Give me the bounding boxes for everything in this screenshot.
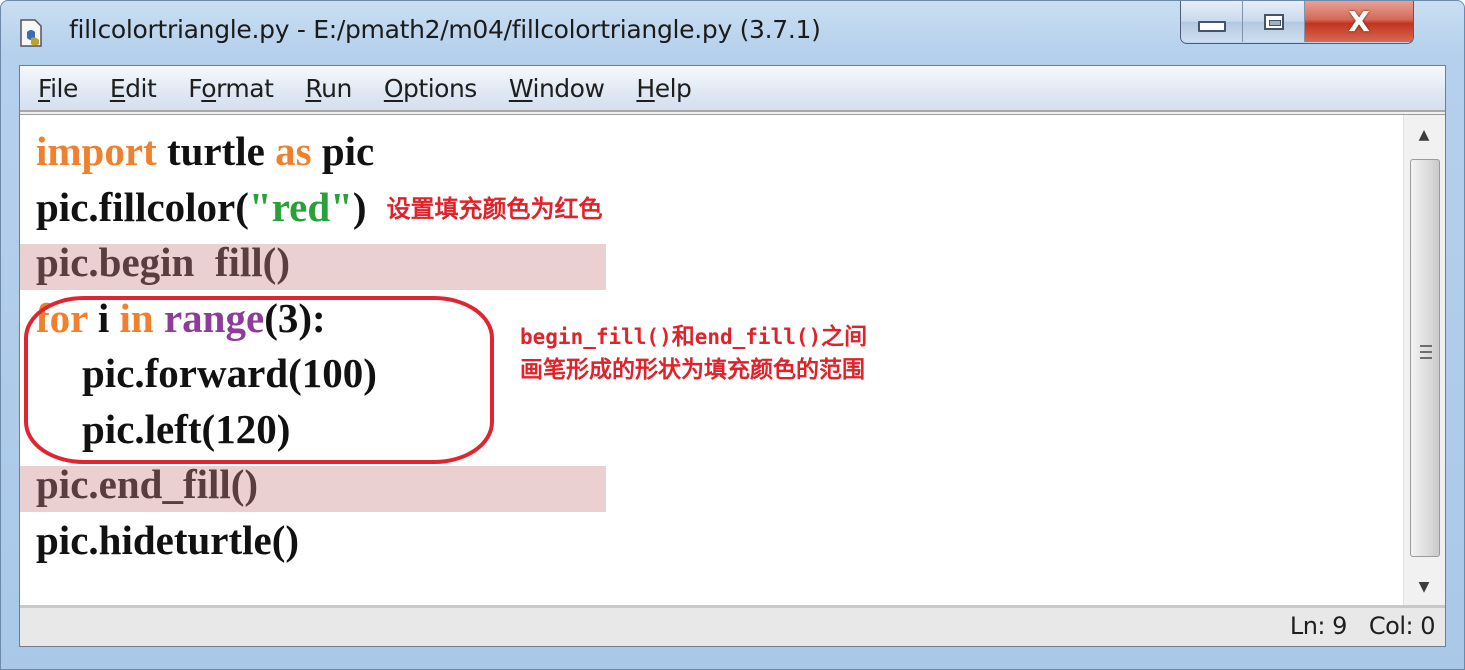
menu-edit-label: dit: [125, 73, 157, 103]
scroll-down-button[interactable]: ▼: [1404, 567, 1444, 607]
menu-edit-mnemonic: E: [109, 73, 126, 103]
close-button[interactable]: X: [1305, 1, 1413, 42]
menu-options[interactable]: Options: [384, 74, 477, 103]
menu-options-label: ptions: [403, 73, 477, 103]
inline-annotation: 设置填充颜色为红色: [386, 194, 603, 223]
grip-icon: [1420, 345, 1432, 359]
title-bar[interactable]: fillcolortriangle.py - E:/pmath2/m04/fil…: [1, 1, 1464, 61]
code-text: pic.fillcolor(: [36, 183, 249, 230]
menu-format-prefix: F: [188, 73, 202, 103]
code-text: pic.forward(100): [82, 350, 377, 396]
menu-file-mnemonic: F: [38, 73, 51, 103]
line-number: Ln: 9: [1289, 612, 1348, 640]
menu-help[interactable]: Help: [636, 73, 692, 103]
menu-options-mnemonic: O: [383, 73, 404, 103]
code-text: pic.left(120): [82, 405, 291, 452]
annotation-text: 和: [671, 324, 695, 350]
code-text: turtle: [156, 128, 276, 174]
window-title: fillcolortriangle.py - E:/pmath2/m04/fil…: [69, 15, 821, 44]
code-text: pic: [311, 128, 375, 174]
status-bar: Ln: 9 Col: 0: [20, 605, 1445, 646]
menu-help-mnemonic: H: [636, 73, 655, 103]
vertical-scrollbar[interactable]: ▲ ▼: [1403, 115, 1445, 607]
code-text: ): [352, 183, 367, 230]
keyword: for: [36, 294, 88, 341]
keyword: as: [275, 128, 312, 174]
string-literal: "red": [248, 183, 353, 230]
menu-run-label: un: [321, 73, 352, 103]
menu-window-mnemonic: W: [508, 73, 533, 103]
maximize-icon: [1263, 13, 1284, 30]
menu-format-mnemonic: o: [201, 73, 217, 103]
code-line-6[interactable]: pic.left(120): [20, 403, 1399, 459]
annotation-code: begin_fill(): [520, 325, 672, 349]
code-editor[interactable]: import turtle as pic pic.fillcolor("red"…: [20, 114, 1445, 607]
cursor-position: Ln: 9 Col: 0: [1268, 612, 1436, 640]
menu-window-label: indow: [532, 73, 605, 103]
maximize-button[interactable]: [1243, 1, 1305, 42]
code-text: (3):: [264, 294, 326, 341]
menu-help-label: elp: [654, 73, 692, 103]
annotation-code: end_fill(): [694, 325, 822, 349]
minimize-icon: [1197, 21, 1226, 32]
column-number: Col: 0: [1368, 612, 1436, 640]
code-line-7-highlighted[interactable]: pic.end_fill(): [20, 458, 1399, 514]
menu-window[interactable]: Window: [509, 74, 605, 103]
arrow-up-icon: ▲: [1418, 127, 1430, 143]
fill-range-annotation: begin_fill()和end_fill()之间 画笔形成的形状为填充颜色的范…: [520, 321, 867, 387]
annotation-line-2: 画笔形成的形状为填充颜色的范围: [520, 357, 865, 383]
code-line-8[interactable]: pic.hideturtle(): [20, 514, 1399, 570]
menu-format-label: rmat: [216, 73, 274, 103]
menu-edit[interactable]: Edit: [109, 73, 157, 103]
scroll-up-button[interactable]: ▲: [1404, 115, 1444, 155]
close-icon: X: [1348, 5, 1370, 38]
code-lines[interactable]: import turtle as pic pic.fillcolor("red"…: [20, 125, 1399, 569]
code-text: pic.begin fill(): [36, 239, 290, 285]
code-line-1[interactable]: import turtle as pic: [20, 125, 1399, 181]
window-controls: X: [1180, 1, 1414, 44]
menu-format[interactable]: Format: [188, 73, 274, 103]
code-text: i: [87, 294, 120, 341]
arrow-down-icon: ▼: [1418, 579, 1430, 595]
menu-file[interactable]: File: [38, 74, 78, 103]
scroll-thumb[interactable]: [1410, 159, 1440, 557]
code-line-3-highlighted[interactable]: pic.begin fill(): [20, 236, 1399, 292]
code-text: pic.end_fill(): [36, 461, 259, 507]
python-file-icon: [20, 19, 42, 47]
code-text: pic.hideturtle(): [36, 516, 300, 563]
menu-run[interactable]: Run: [305, 73, 352, 103]
builtin: range: [163, 294, 265, 341]
keyword: import: [36, 128, 157, 174]
annotation-text: 之间: [821, 324, 868, 350]
keyword: in: [119, 294, 154, 341]
minimize-button[interactable]: [1181, 1, 1243, 42]
menu-file-label: ile: [50, 73, 78, 103]
menu-run-mnemonic: R: [305, 73, 322, 103]
menu-bar: File Edit Format Run Options Window Help: [20, 66, 1445, 112]
client-area: File Edit Format Run Options Window Help…: [19, 65, 1446, 647]
annotation-line-1: begin_fill()和end_fill()之间: [520, 321, 867, 354]
idle-editor-window: fillcolortriangle.py - E:/pmath2/m04/fil…: [0, 0, 1465, 670]
code-line-2[interactable]: pic.fillcolor("red") 设置填充颜色为红色: [20, 181, 1399, 237]
